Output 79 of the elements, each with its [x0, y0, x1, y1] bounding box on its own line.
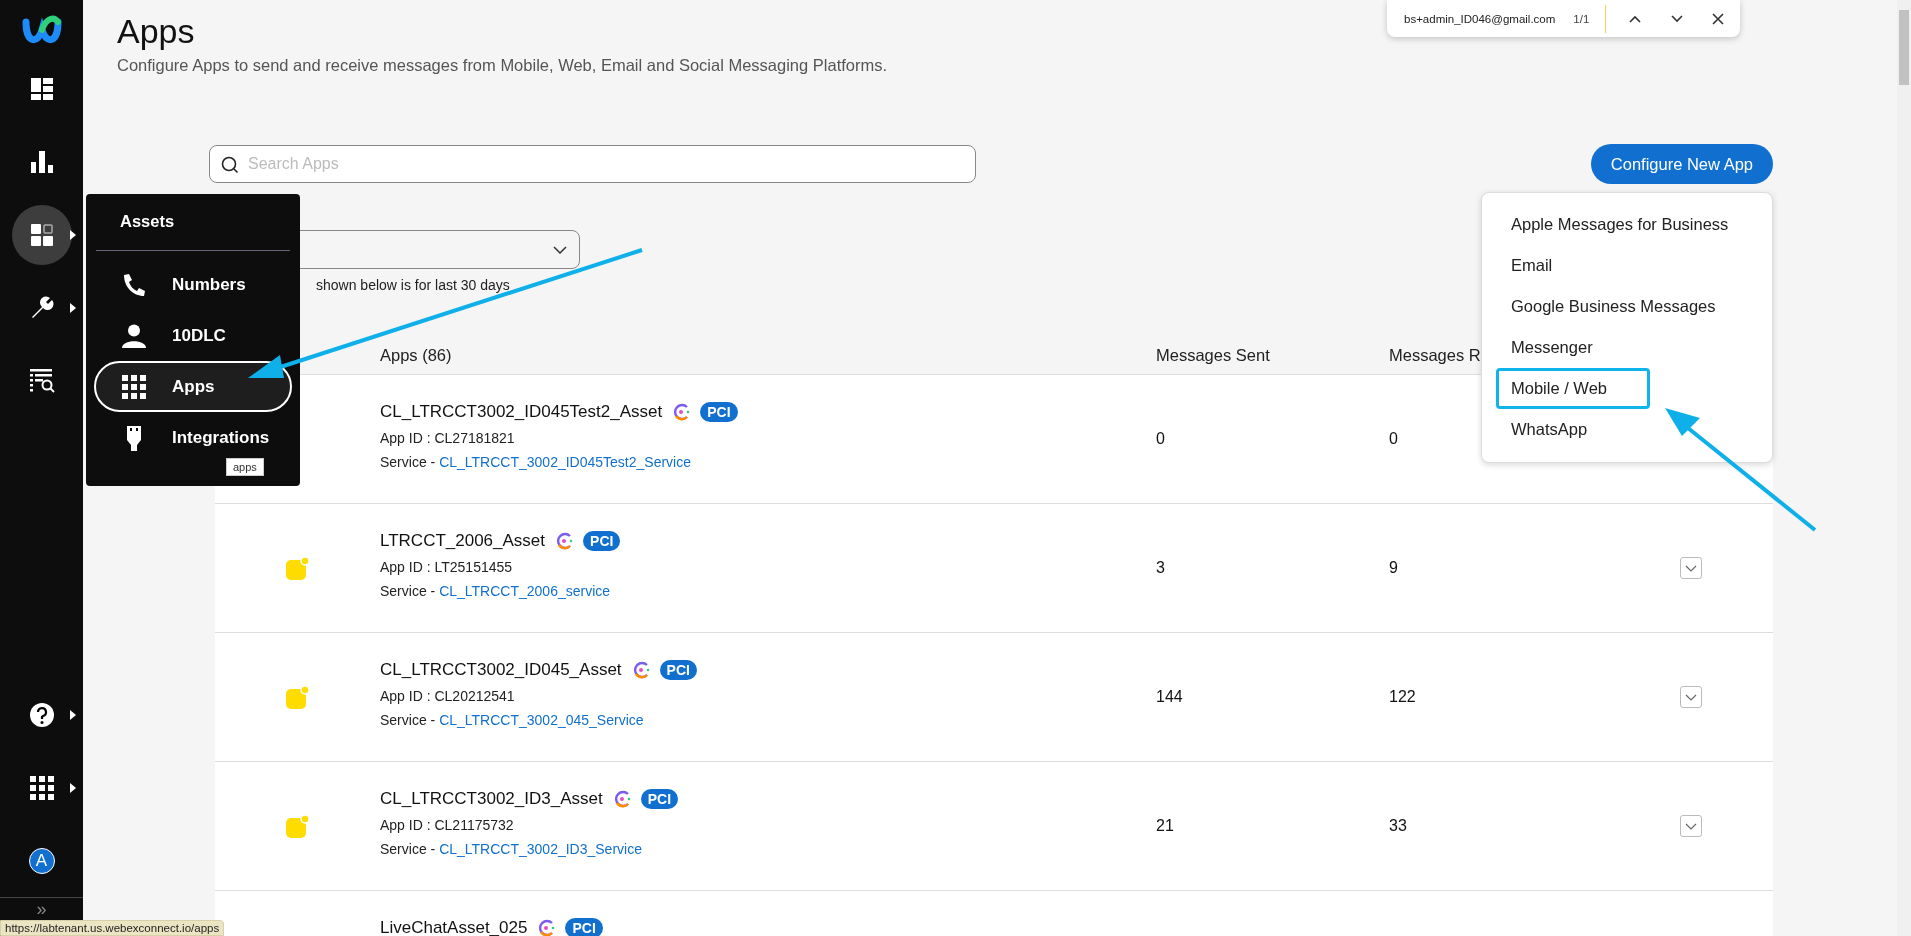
chevron-down-icon [1685, 693, 1697, 701]
tooltip: apps [226, 458, 264, 476]
menu-item[interactable]: Apple Messages for Business [1496, 204, 1744, 245]
find-query[interactable]: bs+admin_ID046@gmail.com [1404, 12, 1556, 25]
app-name[interactable]: CL_LTRCCT3002_ID3_Asset [380, 789, 603, 809]
table-cell: 0 [1389, 430, 1398, 447]
dashboard-icon [29, 77, 54, 101]
flyout-title: Assets [120, 212, 175, 230]
app-id: App ID : CL21175732 [380, 817, 515, 833]
service-link[interactable]: CL_LTRCCT_3002_ID3_Service [439, 841, 642, 857]
collapse-toggle[interactable]: » [36, 900, 47, 918]
status-url: https://labtenant.us.webexconnect.io/apps [0, 920, 225, 936]
service-label: Service - [380, 712, 437, 728]
menu-item[interactable]: Mobile / Web [1496, 368, 1650, 409]
table-cell: 33 [1389, 817, 1407, 834]
menu-item[interactable]: Email [1496, 245, 1568, 286]
contact-center-icon [537, 919, 556, 936]
column-header: Messages Sent [1156, 346, 1270, 364]
scrollbar-thumb[interactable] [1899, 10, 1909, 85]
page-title: Apps [117, 11, 195, 52]
app-id: App ID : CL27181821 [380, 430, 516, 446]
menu-item[interactable]: Messenger [1496, 327, 1608, 368]
tiles-icon [29, 223, 54, 247]
chevron-up-icon[interactable] [1628, 13, 1643, 24]
table-cell: 9 [1389, 559, 1398, 576]
flyout-item[interactable]: Numbers [94, 259, 292, 310]
avatar[interactable]: A [28, 848, 55, 874]
service-label: Service - [380, 454, 437, 470]
menu-item[interactable]: WhatsApp [1496, 409, 1603, 450]
pci-badge: PCI [583, 531, 621, 551]
person-icon [120, 323, 148, 348]
app-icon [285, 814, 310, 838]
app-name[interactable]: CL_LTRCCT3002_ID045_Asset [380, 660, 622, 680]
table-cell: 3 [1156, 559, 1165, 576]
pci-badge: PCI [700, 402, 738, 422]
match-count: 1/1 [1573, 12, 1590, 25]
app-icon [285, 685, 310, 709]
column-header: Messages R [1389, 346, 1481, 364]
table-cell: 144 [1156, 688, 1183, 705]
flyout-item[interactable]: 10DLC [94, 310, 292, 361]
grid-icon [29, 776, 54, 800]
column-header: Apps (86) [380, 346, 452, 364]
app-name[interactable]: CL_LTRCCT3002_ID045Test2_Asset [380, 402, 663, 422]
service-label: Service - [380, 841, 437, 857]
service-label: Service - [380, 583, 437, 599]
table-cell: 0 [1156, 430, 1165, 447]
pci-badge: PCI [640, 789, 679, 809]
page-description: Configure Apps to send and receive messages from Mobile, Web, Email and Social Messaging Platforms. [117, 55, 888, 76]
configure-new-app-button[interactable]: Configure New App [1590, 144, 1773, 184]
help-icon [28, 702, 55, 728]
app-id: App ID : LT25151455 [380, 559, 514, 575]
pci-badge: PCI [659, 660, 697, 680]
app-name[interactable]: LTRCCT_2006_Asset [380, 531, 546, 551]
close-icon[interactable] [1712, 12, 1725, 25]
chevron-down-icon [553, 245, 567, 254]
chevron-down-icon[interactable] [1670, 13, 1685, 24]
flyout-item[interactable]: Apps [94, 361, 292, 412]
pci-badge: PCI [565, 918, 603, 936]
contact-center-icon [631, 661, 650, 679]
table-cell: 122 [1389, 688, 1416, 705]
chevron-down-icon [1685, 822, 1697, 830]
search-field[interactable]: Search Apps [209, 145, 976, 183]
menu-item[interactable]: Google Business Messages [1496, 286, 1731, 327]
contact-center-icon [612, 790, 631, 808]
app-id: App ID : CL20212541 [380, 688, 516, 704]
service-link[interactable]: CL_LTRCCT_3002_045_Service [439, 712, 644, 728]
app-icon [285, 556, 310, 580]
table-cell: 21 [1156, 817, 1174, 834]
contact-center-icon [555, 532, 574, 550]
contact-center-icon [672, 403, 691, 421]
grid-icon [120, 374, 148, 399]
chevron-down-icon [1685, 564, 1697, 572]
bar-chart-icon [29, 150, 54, 174]
scrollbar[interactable] [1897, 0, 1911, 936]
app-name[interactable]: LiveChatAsset_025 [380, 918, 528, 936]
usage-note: shown below is for last 30 days [316, 277, 510, 293]
service-link[interactable]: CL_LTRCCT_3002_ID045Test2_Service [439, 454, 691, 470]
list-search-icon [28, 368, 55, 394]
service-link[interactable]: CL_LTRCCT_2006_service [439, 583, 611, 599]
